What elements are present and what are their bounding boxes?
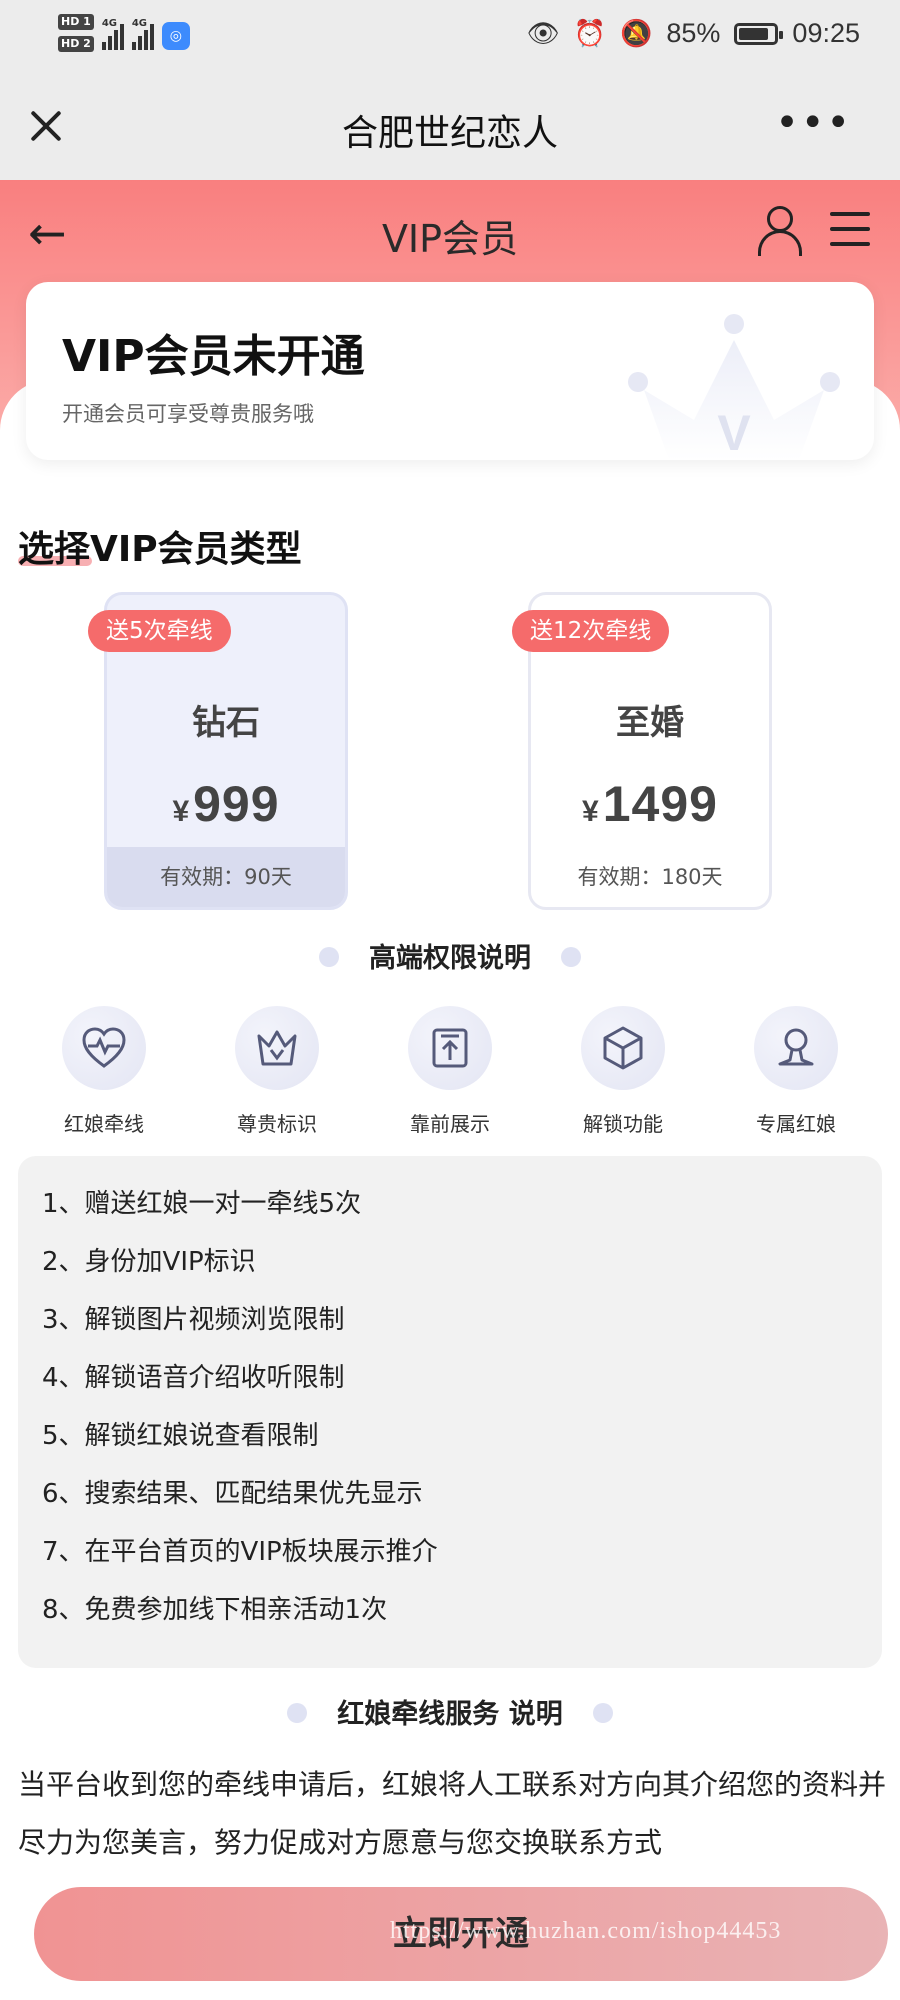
plan-validity: 有效期：90天 [107,847,345,907]
right-label: 尊贵标识 [237,1112,317,1136]
privilege-item: 1、赠送红娘一对一牵线5次 [42,1189,362,1219]
privilege-item: 3、解锁图片视频浏览限制 [42,1305,345,1335]
right-item-top-display[interactable]: 靠前展示 [380,1006,520,1137]
vip-status-subtitle: 开通会员可享受尊贵服务哦 [62,402,314,426]
crown-icon [235,1006,319,1090]
vip-status-card: VIP会员未开通 开通会员可享受尊贵服务哦 V [26,282,874,460]
privilege-item: 8、免费参加线下相亲活动1次 [42,1595,388,1625]
privilege-item: 2、身份加VIP标识 [42,1247,256,1277]
privilege-item: 5、解锁红娘说查看限制 [42,1421,319,1451]
mute-bell-icon: 🔕 [620,18,653,48]
status-right: 👁 ⏰ 🔕 85% 09:25 [527,18,860,49]
signal-1-icon: 4G [101,18,124,50]
plan-badge: 送5次牵线 [88,610,231,652]
rights-header: 高端权限说明 [0,936,900,975]
right-label: 专属红娘 [756,1112,836,1136]
vip-status-title: VIP会员未开通 [62,331,365,382]
matchmaker-title: 红娘牵线服务 说明 [337,1699,563,1730]
crown-letter: V [717,405,751,460]
rights-title: 高端权限说明 [369,943,531,974]
plan-name: 至婚 [616,703,684,743]
matchmaker-description: 当平台收到您的牵线申请后，红娘将人工联系对方向其介绍您的资料并尽力为您美言，努力… [18,1768,887,1859]
menu-icon[interactable] [830,212,870,246]
net2-label: 4G [131,18,147,29]
alarm-icon: ⏰ [573,18,606,48]
sim-indicators: HD 1 HD 2 [58,14,94,52]
plan-name: 钻石 [192,703,260,743]
currency-symbol: ¥ [582,795,599,828]
right-label: 靠前展示 [410,1112,490,1136]
person-icon [754,1006,838,1090]
sim2-label: HD 2 [58,36,94,52]
net1-label: 4G [101,18,117,29]
section-title: 选择VIP会员类型 [18,529,302,570]
privilege-item: 4、解锁语音介绍收听限制 [42,1363,345,1393]
battery-level [739,27,769,40]
currency-symbol: ¥ [172,795,190,828]
decor-dot [561,946,581,967]
privilege-list: 1、赠送红娘一对一牵线5次 2、身份加VIP标识 3、解锁图片视频浏览限制 4、… [18,1156,882,1668]
battery-percent: 85% [666,18,721,48]
sim1-label: HD 1 [58,14,94,30]
right-item-badge[interactable]: 尊贵标识 [207,1006,347,1137]
price-value: 999 [193,776,280,832]
plan-validity: 有效期：180天 [577,865,723,889]
heart-pulse-icon [62,1006,146,1090]
right-item-matchmaking[interactable]: 红娘牵线 [34,1006,174,1137]
status-left: HD 1 HD 2 4G 4G ◎ [58,14,190,52]
right-item-unlock[interactable]: 解锁功能 [553,1006,693,1137]
clock: 09:25 [792,18,860,48]
price-value: 1499 [602,776,718,832]
decor-dot [319,946,339,967]
decor-dot [592,1702,613,1723]
decor-dot [287,1702,308,1723]
cube-icon [581,1006,665,1090]
battery-icon [734,22,784,45]
notification-app-icon: ◎ [161,22,190,50]
user-icon[interactable] [758,206,802,256]
privilege-item: 7、在平台首页的VIP板块展示推介 [42,1537,438,1567]
right-item-exclusive-matchmaker[interactable]: 专属红娘 [726,1006,866,1137]
right-label: 红娘牵线 [64,1112,144,1136]
plan-badge: 送12次牵线 [512,610,670,652]
plan-price: ¥999 [107,775,345,833]
plan-price: ¥1499 [531,775,769,833]
watermark-text: https://www.huzhan.com/ishop44453 [390,1918,782,1944]
privilege-item: 6、搜索结果、匹配结果优先显示 [42,1479,423,1509]
more-options-icon[interactable]: ••• [775,103,852,143]
pin-top-icon [408,1006,492,1090]
matchmaker-header: 红娘牵线服务 说明 [0,1692,900,1731]
app-title-bar: 合肥世纪恋人 ••• [0,78,900,180]
right-label: 解锁功能 [583,1112,663,1136]
status-bar: HD 1 HD 2 4G 4G ◎ 👁 ⏰ 🔕 85% 09:25 [0,0,900,78]
app-title: 合肥世纪恋人 [341,113,558,154]
crown-icon: V [628,314,840,460]
signal-2-icon: 4G [131,18,154,50]
eye-icon: 👁 [526,18,560,48]
